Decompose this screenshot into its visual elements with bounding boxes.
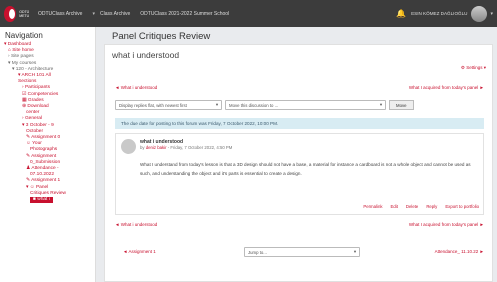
custom-menu: ODTUClass Archive ▾ Class Archive ODTUCl… xyxy=(38,11,239,17)
post-actions: Permalink Edit Delete Reply Export to po… xyxy=(363,204,479,209)
menu-summer-school[interactable]: ODTUClass 2021-2022 Summer School xyxy=(140,11,229,17)
site-logo[interactable]: ODTÜ METU xyxy=(4,5,30,22)
content-card: what i understood ⚙ Settings ▾ ◄ What i … xyxy=(104,44,493,282)
chevron-down-icon: ▾ xyxy=(482,65,486,70)
post-body: What I understand from today's lesson is… xyxy=(140,162,471,176)
navigation-tree: ▾ Dashboard ⌂ Site home › Site pages ▾ M… xyxy=(0,42,95,204)
post-meta: by deniz bakir - Friday, 7 October 2022,… xyxy=(140,145,232,150)
forum-post: what i understood by deniz bakir - Frida… xyxy=(115,133,484,215)
prev-activity-link[interactable]: ◄ Assignment 1 xyxy=(123,249,156,254)
edit-link[interactable]: Edit xyxy=(390,204,397,209)
post-date: - Friday, 7 October 2022, 4:50 PM xyxy=(166,145,233,150)
menu-class-archive[interactable]: Class Archive xyxy=(100,11,130,17)
post-author-link[interactable]: deniz bakir xyxy=(146,145,167,150)
page-title: Panel Critiques Review xyxy=(112,31,211,42)
permalink-link[interactable]: Permalink xyxy=(363,204,382,209)
logo-text: ODTÜ METU xyxy=(19,9,30,18)
chevron-down-icon: ▾ xyxy=(92,10,95,17)
chevron-down-icon: ▾ xyxy=(353,249,356,254)
due-date-notice: The due date for posting to this forum w… xyxy=(115,118,484,129)
current-page-highlight: ■ what i xyxy=(30,197,53,204)
export-portfolio-link[interactable]: Export to portfolio xyxy=(445,204,479,209)
next-activity-link[interactable]: Attendance_ 11.10.22 ► xyxy=(435,249,484,254)
discussion-title: what i understood xyxy=(112,50,180,60)
bottom-next-discussion-link[interactable]: What I acquired from today's panel ► xyxy=(409,222,484,227)
chevron-down-icon: ▾ xyxy=(379,102,382,107)
navigation-title: Navigation xyxy=(5,31,43,40)
post-by-label: by xyxy=(140,145,145,150)
main-region: Panel Critiques Review what i understood… xyxy=(104,27,497,282)
menu-odtuclass-archive[interactable]: ODTUClass Archive xyxy=(38,11,82,17)
discussion-controls: Display replies flat, with newest first ▾… xyxy=(115,100,414,110)
metu-logo-icon xyxy=(4,5,17,22)
display-mode-select[interactable]: Display replies flat, with newest first ▾ xyxy=(115,100,222,110)
navigation-block: Navigation ▾ Dashboard ⌂ Site home › Sit… xyxy=(0,27,96,282)
user-name[interactable]: ESIN KÖMEZ DAĞLIOĞLU xyxy=(411,11,467,16)
avatar[interactable] xyxy=(471,5,488,22)
chevron-down-icon: ▾ xyxy=(215,102,218,107)
delete-link[interactable]: Delete xyxy=(406,204,418,209)
prev-discussion-link[interactable]: ◄ What i understood xyxy=(115,85,157,90)
bottom-prev-discussion-link[interactable]: ◄ What i understood xyxy=(115,222,157,227)
reply-link[interactable]: Reply xyxy=(426,204,437,209)
avatar[interactable] xyxy=(121,139,136,154)
chevron-down-icon[interactable]: ▾ xyxy=(490,11,493,17)
move-discussion-select[interactable]: Move this discussion to ... ▾ xyxy=(225,100,386,110)
nav-item-current[interactable]: ■ what i xyxy=(4,197,95,204)
user-menu: 🔔 ESIN KÖMEZ DAĞLIOĞLU ▾ xyxy=(396,0,493,27)
settings-menu[interactable]: ⚙ Settings ▾ xyxy=(461,65,486,71)
next-discussion-link[interactable]: What I acquired from today's panel ► xyxy=(409,85,484,90)
jump-to-select[interactable]: Jump to... ▾ xyxy=(244,247,360,257)
move-button[interactable]: Move xyxy=(389,100,414,110)
top-navbar: ODTÜ METU ODTUClass Archive ▾ Class Arch… xyxy=(0,0,497,27)
notification-bell-icon[interactable]: 🔔 xyxy=(396,9,406,18)
